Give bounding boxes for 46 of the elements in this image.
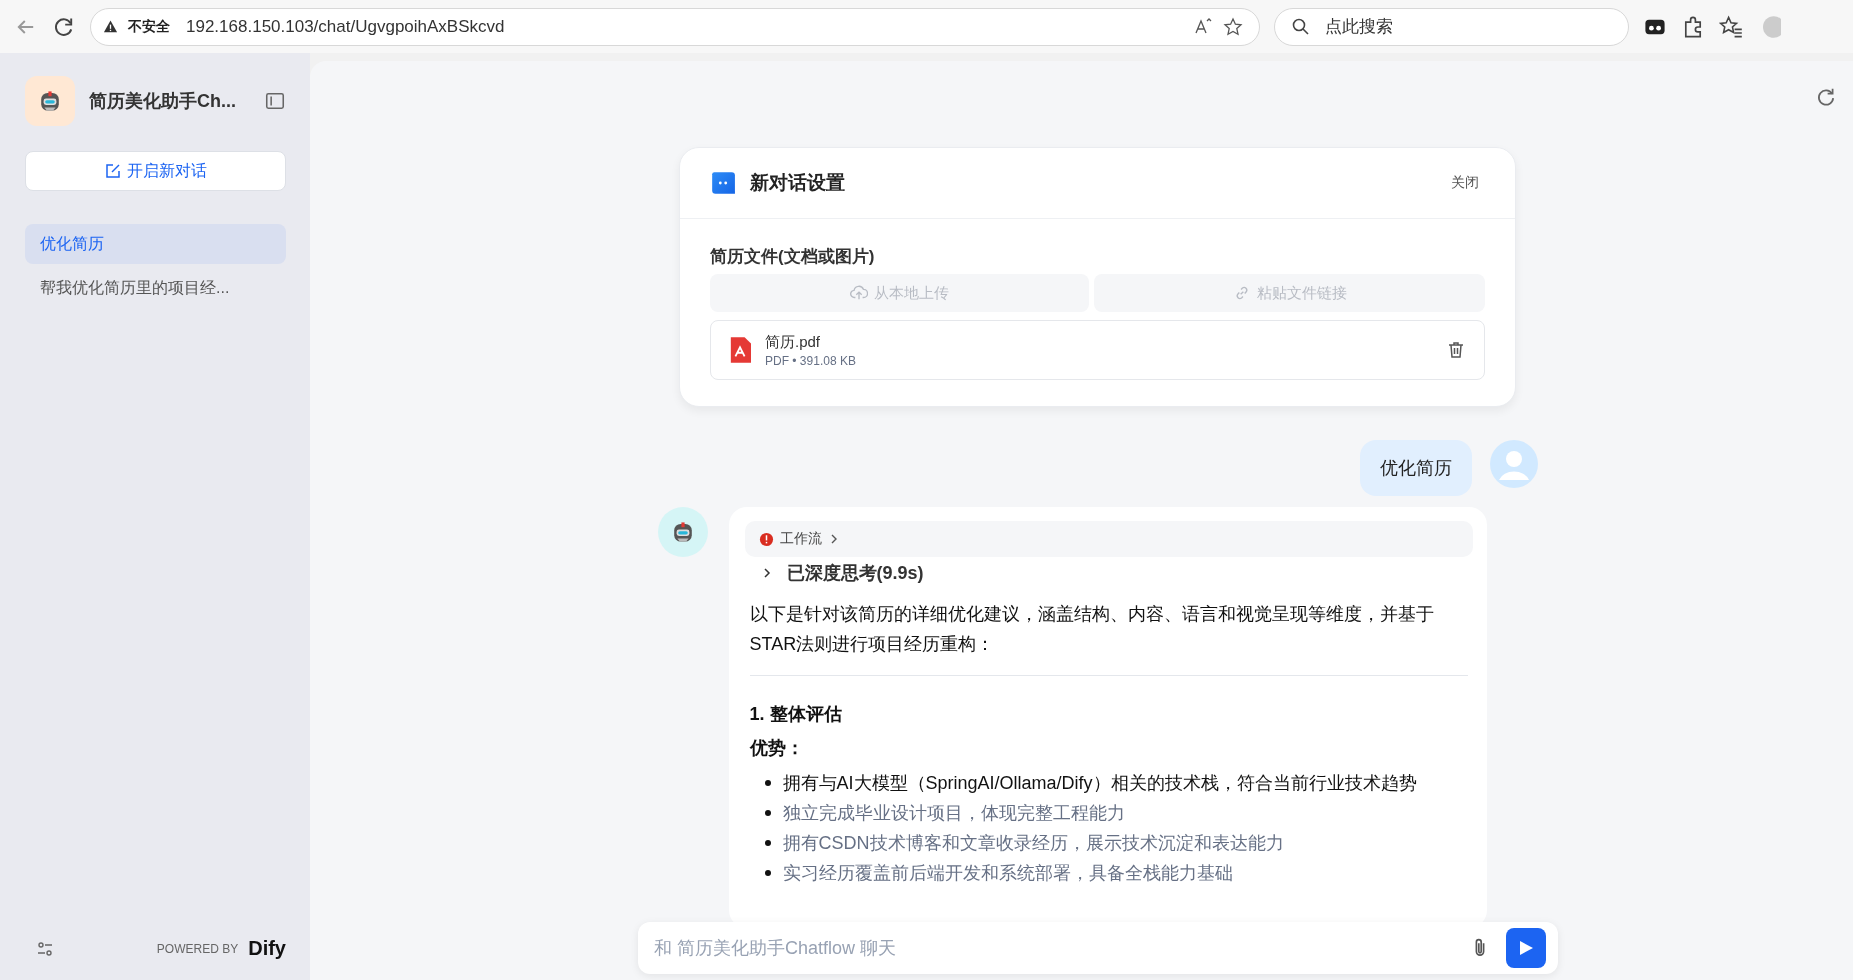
subheading: 优势： bbox=[748, 737, 805, 760]
search-icon bbox=[1291, 16, 1311, 37]
powered-by-label: POWERED BY bbox=[156, 941, 239, 956]
delete-icon[interactable] bbox=[1446, 340, 1466, 360]
chat-bubble-icon bbox=[710, 170, 736, 196]
message-paragraph: 以下是针对该简历的详细优化建议，涵盖结构、内容、语言和视觉呈现等维度，并基于STAR法则进行项目经历重构： bbox=[748, 603, 1435, 656]
sidebar-toggle-icon[interactable] bbox=[264, 90, 286, 112]
pdf-file-icon bbox=[729, 337, 751, 363]
cloud-upload-icon bbox=[850, 284, 868, 302]
field-label: 简历文件(文档或图片) bbox=[710, 246, 876, 268]
card-title: 新对话设置 bbox=[750, 171, 845, 195]
thinking-toggle[interactable]: 已深度思考(9.9s) bbox=[744, 561, 1473, 585]
app-name: 简历美化助手Ch... bbox=[89, 90, 236, 113]
address-bar[interactable]: 不安全 192.168.150.103/chat/UgvgpoihAxBSkcvd bbox=[90, 7, 1260, 46]
file-meta: PDF • 391.08 KB bbox=[765, 353, 856, 368]
close-button[interactable]: 关闭 bbox=[1445, 173, 1485, 193]
brand-logo[interactable]: Dify bbox=[248, 937, 286, 960]
section-heading: 1. 整体评估 bbox=[748, 703, 843, 726]
url-text: 192.168.150.103/chat/UgvgpoihAxBSkcvd bbox=[186, 16, 505, 37]
conversation-item[interactable]: 优化简历 bbox=[25, 224, 286, 264]
error-icon bbox=[758, 531, 774, 547]
bullet-item: 拥有CSDN技术博客和文章收录经历，展示技术沉淀和表达能力 bbox=[782, 832, 1284, 855]
refresh-icon[interactable] bbox=[1815, 86, 1837, 108]
edit-icon bbox=[104, 163, 121, 179]
favorites-icon[interactable] bbox=[1719, 14, 1743, 39]
bullet-item: 拥有与AI大模型（SpringAI/Ollama/Dify）相关的技术栈，符合当前行业技术趋势 bbox=[782, 772, 1417, 795]
conversation-item[interactable]: 帮我优化简历里的项目经... bbox=[25, 268, 286, 308]
file-name: 简历.pdf bbox=[765, 332, 822, 352]
bullet-dot bbox=[764, 870, 771, 876]
bullet-item: 实习经历覆盖前后端开发和系统部署，具备全栈能力基础 bbox=[782, 862, 1233, 885]
star-icon[interactable] bbox=[1223, 16, 1243, 37]
warning-icon bbox=[103, 19, 118, 34]
user-message: 优化简历 bbox=[1359, 440, 1472, 496]
bullet-dot bbox=[764, 780, 771, 786]
new-chat-button[interactable]: 开启新对话 bbox=[25, 151, 286, 191]
search-field[interactable]: 点此搜索 bbox=[1274, 7, 1629, 46]
robot-avatar-icon bbox=[25, 76, 75, 126]
robot-avatar-icon bbox=[657, 507, 708, 557]
bullet-dot bbox=[764, 810, 771, 816]
security-label: 不安全 bbox=[128, 17, 170, 36]
bullet-item: 独立完成毕业设计项目，体现完整工程能力 bbox=[782, 802, 1125, 825]
workflow-bar[interactable]: 工作流 bbox=[744, 521, 1473, 557]
workflow-label: 工作流 bbox=[779, 530, 822, 548]
user-avatar-icon bbox=[1489, 440, 1538, 488]
send-button[interactable] bbox=[1506, 928, 1546, 968]
bullet-dot bbox=[764, 840, 771, 846]
